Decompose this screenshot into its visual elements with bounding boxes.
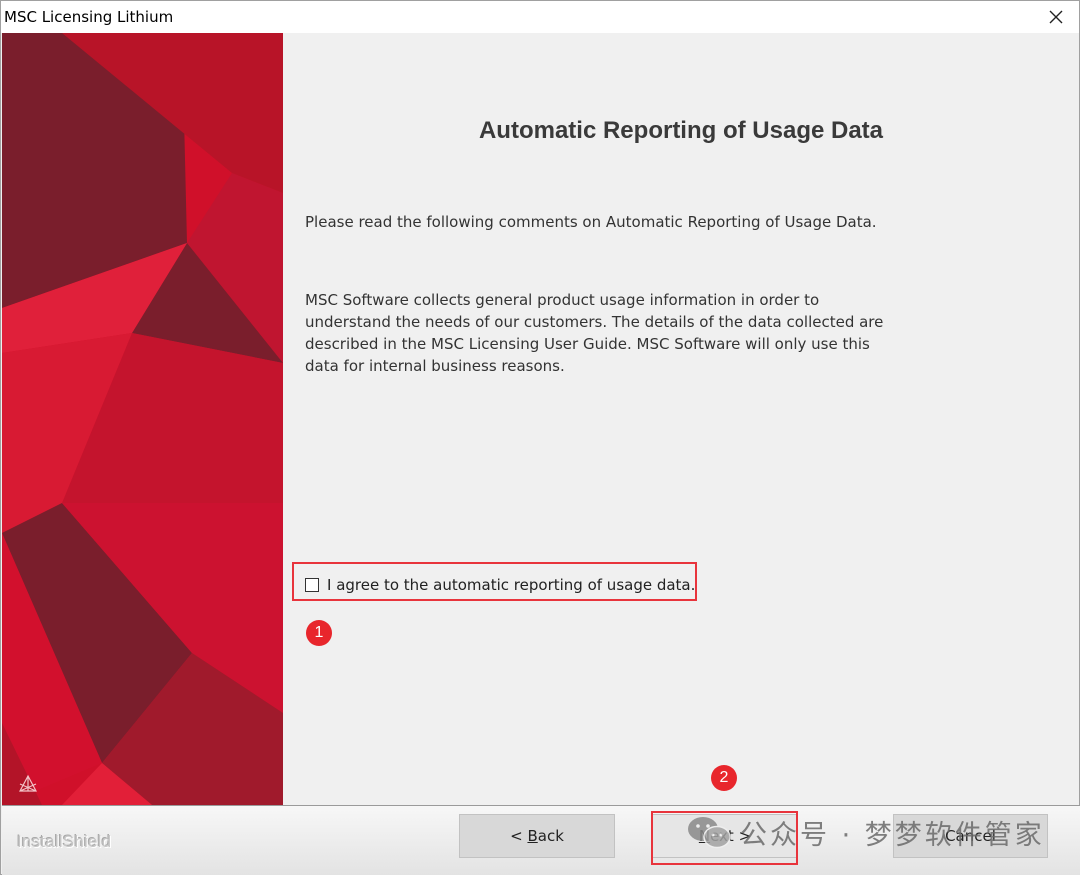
- close-icon: [1049, 10, 1063, 24]
- watermark-text: 公众号 · 梦梦软件管家: [740, 820, 1045, 851]
- description-line: data for internal business reasons.: [305, 357, 565, 375]
- description-line: MSC Software collects general product us…: [305, 291, 820, 309]
- intro-text: Please read the following comments on Au…: [305, 213, 877, 231]
- usage-description: MSC Software collects general product us…: [305, 289, 885, 377]
- highlight-box-agree: [292, 562, 697, 601]
- step-marker-1: 1: [306, 620, 332, 646]
- content-panel: Automatic Reporting of Usage Data Please…: [283, 33, 1079, 805]
- back-mnemonic: B: [527, 827, 538, 845]
- back-button[interactable]: < Back: [459, 814, 615, 858]
- ds-logo-icon: [19, 774, 37, 792]
- watermark: 公众号 · 梦梦软件管家: [686, 813, 1045, 852]
- step-marker-2: 2: [711, 765, 737, 791]
- description-line: described in the MSC Licensing User Guid…: [305, 335, 870, 353]
- installshield-logo: InstallShield: [17, 832, 112, 851]
- back-prefix: <: [510, 827, 528, 845]
- title-bar: MSC Licensing Lithium: [1, 1, 1079, 33]
- sidebar-polygon-art: [2, 33, 283, 805]
- sidebar-banner: [2, 33, 283, 805]
- installer-window: MSC Licensing Lithium Automatic Reportin…: [0, 0, 1080, 875]
- description-line: understand the needs of our customers. T…: [305, 313, 884, 331]
- wechat-icon: [688, 816, 731, 848]
- page-title: Automatic Reporting of Usage Data: [478, 117, 884, 144]
- close-button[interactable]: [1033, 1, 1079, 33]
- window-title: MSC Licensing Lithium: [4, 8, 174, 26]
- back-label-rest: ack: [537, 827, 564, 845]
